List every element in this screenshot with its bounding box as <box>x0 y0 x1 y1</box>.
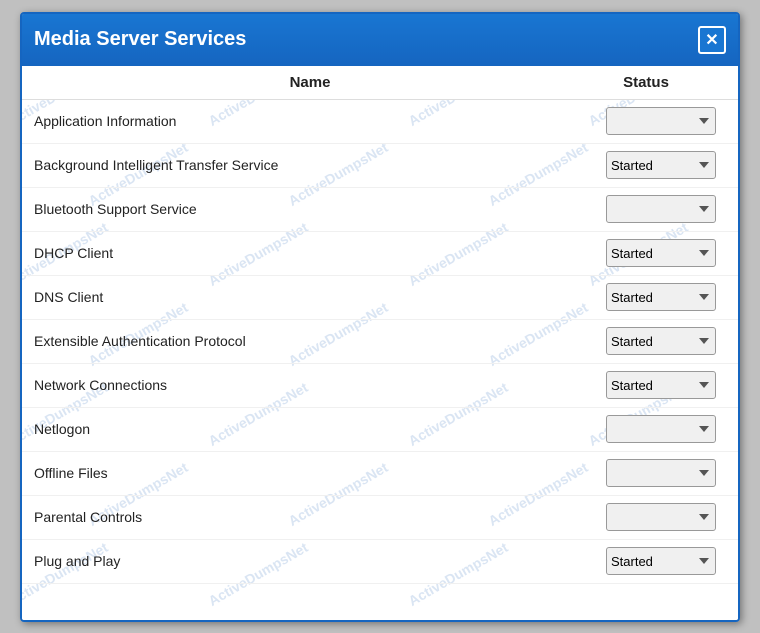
column-name-header: Name <box>34 74 586 91</box>
service-name: Netlogon <box>34 421 606 437</box>
table-row: Extensible Authentication ProtocolStarte… <box>22 320 738 364</box>
service-name: DHCP Client <box>34 245 606 261</box>
table-row: Network ConnectionsStarted <box>22 364 738 408</box>
status-select[interactable]: Started <box>606 283 716 311</box>
dialog-window: Media Server Services ✕ ActiveDumpsNetAc… <box>20 12 740 622</box>
title-bar: Media Server Services ✕ <box>22 14 738 66</box>
column-status-header: Status <box>586 74 706 91</box>
table-row: Application InformationStarted <box>22 100 738 144</box>
status-select[interactable]: Started <box>606 547 716 575</box>
status-select[interactable]: Started <box>606 459 716 487</box>
service-name: Network Connections <box>34 377 606 393</box>
service-name: Application Information <box>34 113 606 129</box>
table-header: Name Status <box>22 66 738 100</box>
table-row: Plug and PlayStarted <box>22 540 738 584</box>
services-table[interactable]: Application InformationStartedBackground… <box>22 100 738 620</box>
service-name: Offline Files <box>34 465 606 481</box>
table-row: DNS ClientStarted <box>22 276 738 320</box>
status-select[interactable]: Started <box>606 151 716 179</box>
table-row: Bluetooth Support ServiceStarted <box>22 188 738 232</box>
service-name: Parental Controls <box>34 509 606 525</box>
table-row: Background Intelligent Transfer ServiceS… <box>22 144 738 188</box>
status-select[interactable]: Started <box>606 195 716 223</box>
table-row: Parental ControlsStarted <box>22 496 738 540</box>
status-select[interactable]: Started <box>606 503 716 531</box>
status-select[interactable]: Started <box>606 371 716 399</box>
table-row: NetlogonStarted <box>22 408 738 452</box>
dialog-body: ActiveDumpsNetActiveDumpsNetActiveDumpsN… <box>22 66 738 620</box>
service-name: Extensible Authentication Protocol <box>34 333 606 349</box>
service-name: Plug and Play <box>34 553 606 569</box>
dialog-title: Media Server Services <box>34 28 246 51</box>
status-select[interactable]: Started <box>606 107 716 135</box>
service-name: Background Intelligent Transfer Service <box>34 157 606 173</box>
status-select[interactable]: Started <box>606 327 716 355</box>
status-select[interactable]: Started <box>606 239 716 267</box>
table-row: Offline FilesStarted <box>22 452 738 496</box>
table-row: DHCP ClientStarted <box>22 232 738 276</box>
service-name: DNS Client <box>34 289 606 305</box>
close-button[interactable]: ✕ <box>698 26 726 54</box>
status-select[interactable]: Started <box>606 415 716 443</box>
service-name: Bluetooth Support Service <box>34 201 606 217</box>
